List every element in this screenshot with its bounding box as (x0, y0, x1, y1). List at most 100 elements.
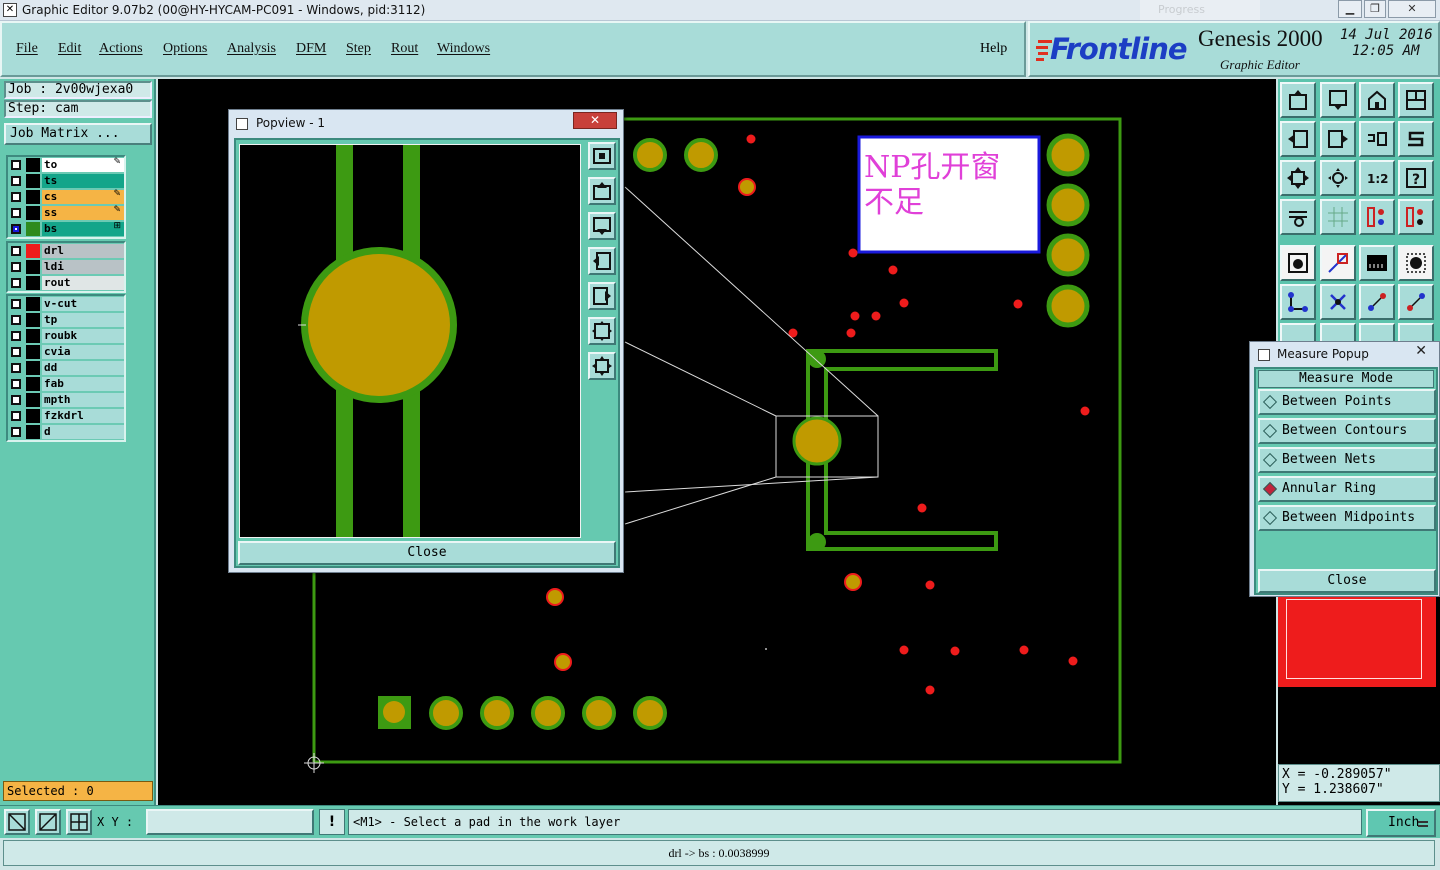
layer-checkbox[interactable] (11, 379, 21, 389)
unit-selector[interactable]: Inch (1366, 809, 1436, 837)
layer-checkbox[interactable] (11, 347, 21, 357)
layer-row-v-cut[interactable]: v-cut (8, 296, 124, 312)
home-view-icon[interactable] (1359, 82, 1395, 118)
menu-edit[interactable]: Edit (58, 41, 81, 57)
connect-nodes-icon[interactable] (1280, 284, 1316, 320)
layer-checkbox[interactable] (11, 278, 21, 288)
snap-mode-icon[interactable] (35, 809, 61, 835)
layer-name[interactable]: v-cut (42, 297, 124, 311)
mirror-icon[interactable] (1359, 121, 1395, 157)
layer-row-cvia[interactable]: cvia (8, 344, 124, 360)
layer-checkbox[interactable] (11, 363, 21, 373)
layer-name[interactable]: to (42, 158, 124, 172)
layer-checkbox[interactable] (11, 224, 21, 234)
layer-name[interactable]: cvia (42, 345, 124, 359)
grid-icon[interactable] (1320, 199, 1356, 235)
layer-color-swatch[interactable] (26, 174, 40, 188)
popview-close-button[interactable]: Close (238, 541, 616, 565)
menu-help[interactable]: Help (980, 41, 1007, 57)
split-view-icon[interactable] (1398, 82, 1434, 118)
pan-right-icon[interactable] (1320, 121, 1356, 157)
layer-checkbox[interactable] (11, 208, 21, 218)
layer-name[interactable]: fab (42, 377, 124, 391)
layer-checkbox[interactable] (11, 160, 21, 170)
layer-checkbox[interactable] (11, 331, 21, 341)
measure-close-x-icon[interactable]: ✕ (1415, 343, 1427, 359)
menu-file[interactable]: File (16, 41, 38, 57)
zoom-home-icon[interactable] (1280, 82, 1316, 118)
layer-row-mpth[interactable]: mpth (8, 392, 124, 408)
measure-option-between-nets[interactable]: Between Nets (1258, 447, 1436, 473)
maximize-button[interactable]: ❐ (1364, 0, 1386, 18)
popview-close-x-icon[interactable]: ✕ (573, 112, 617, 129)
help-icon[interactable]: ? (1398, 160, 1434, 196)
line-feature-icon[interactable] (1320, 245, 1356, 281)
layer-name[interactable]: dd (42, 361, 124, 375)
measure-option-annular-ring[interactable]: Annular Ring (1258, 476, 1436, 502)
layer-checkbox[interactable] (11, 192, 21, 202)
measure-close-button[interactable]: Close (1258, 569, 1436, 593)
minimize-button[interactable]: ▁ (1338, 0, 1362, 18)
layer-checkbox[interactable] (11, 176, 21, 186)
zoom-fit-icon[interactable] (1320, 160, 1356, 196)
layer-name[interactable]: ts (42, 174, 124, 188)
pan-up-icon[interactable] (588, 177, 616, 205)
menu-options[interactable]: Options (163, 41, 207, 57)
layer-name[interactable]: d (42, 425, 124, 439)
layer-color-swatch[interactable] (26, 297, 40, 311)
fit-view-icon[interactable] (588, 317, 616, 345)
select-mode-icon[interactable] (4, 809, 30, 835)
layer-row-ldi[interactable]: ldi (8, 259, 124, 275)
overview-window[interactable] (1278, 597, 1436, 687)
layer-name[interactable]: ss (42, 206, 124, 220)
layer-checkbox[interactable] (11, 411, 21, 421)
layer-color-swatch[interactable] (26, 313, 40, 327)
layer-color-swatch[interactable] (26, 244, 40, 258)
layer-color-swatch[interactable] (26, 222, 40, 236)
layer-name[interactable]: bs (42, 222, 124, 236)
layer-row-bs[interactable]: bs ⊞ (8, 221, 124, 237)
layer-name[interactable]: ldi (42, 260, 124, 274)
segment-blue-icon[interactable] (1398, 284, 1434, 320)
layer-select-icon[interactable] (1359, 199, 1395, 235)
layer-color-swatch[interactable] (26, 260, 40, 274)
layer-color-swatch[interactable] (26, 425, 40, 439)
menu-analysis[interactable]: Analysis (227, 41, 276, 57)
layer-color-swatch[interactable] (26, 158, 40, 172)
menu-dfm[interactable]: DFM (296, 41, 326, 57)
layer-checkbox[interactable] (11, 262, 21, 272)
menu-step[interactable]: Step (346, 41, 371, 57)
pan-down-icon[interactable] (588, 212, 616, 240)
layer-name[interactable]: fzkdrl (42, 409, 124, 423)
circle-feature-icon[interactable] (1398, 245, 1434, 281)
menu-windows[interactable]: Windows (437, 41, 490, 57)
alert-button[interactable]: ! (319, 809, 345, 835)
layer-color-swatch[interactable] (26, 409, 40, 423)
popview-zoom-view[interactable] (239, 144, 581, 538)
layer-name[interactable]: drl (42, 244, 124, 258)
layer-color-swatch[interactable] (26, 206, 40, 220)
layer-row-roubk[interactable]: roubk (8, 328, 124, 344)
layer-name[interactable]: roubk (42, 329, 124, 343)
close-window-button[interactable]: ✕ (1388, 0, 1436, 18)
xy-input[interactable] (146, 809, 314, 835)
zoom-in-icon[interactable] (588, 142, 616, 170)
layer-checkbox[interactable] (11, 246, 21, 256)
net-select-icon[interactable] (1398, 199, 1434, 235)
zoom-down-icon[interactable] (1320, 82, 1356, 118)
layer-row-drl[interactable]: drl (8, 243, 124, 259)
layer-checkbox[interactable] (11, 315, 21, 325)
layer-row-tp[interactable]: tp (8, 312, 124, 328)
pan-left-icon[interactable] (588, 247, 616, 275)
pan-left-icon[interactable] (1280, 121, 1316, 157)
layer-checkbox[interactable] (11, 395, 21, 405)
layer-color-swatch[interactable] (26, 190, 40, 204)
layer-row-to[interactable]: to ✎ (8, 157, 124, 173)
layer-name[interactable]: rout (42, 276, 124, 290)
layer-color-swatch[interactable] (26, 393, 40, 407)
layer-row-ss[interactable]: ss ✎ (8, 205, 124, 221)
menu-rout[interactable]: Rout (391, 41, 418, 57)
redraw-icon[interactable] (1398, 121, 1434, 157)
layer-checkbox[interactable] (11, 427, 21, 437)
menu-actions[interactable]: Actions (99, 41, 143, 57)
